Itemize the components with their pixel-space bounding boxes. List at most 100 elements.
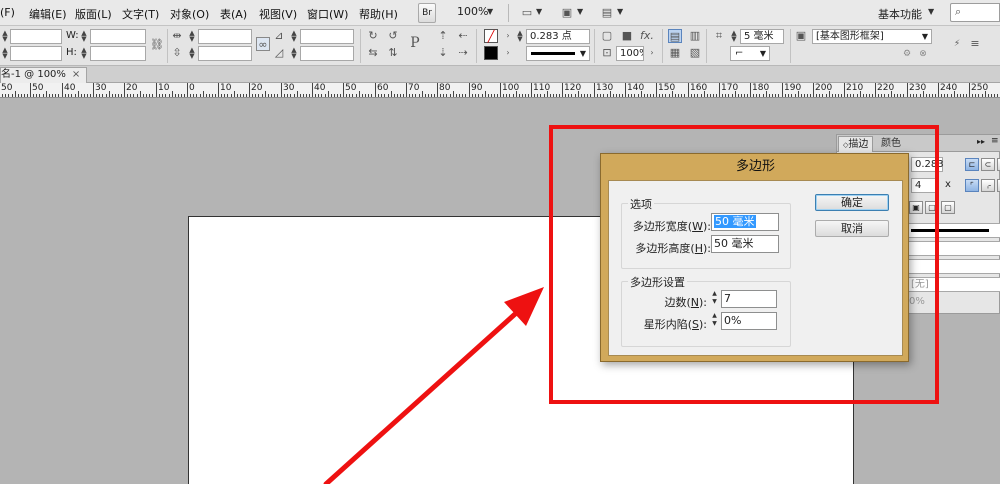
corner-size-spinner[interactable]: ▲ ▼ bbox=[730, 30, 738, 43]
scale-x-field[interactable] bbox=[198, 29, 252, 44]
horizontal-ruler[interactable]: 50 50 40 30 20 10 0 10 20 30 40 50 60 70 80 90 100 110 120… bbox=[0, 83, 1000, 98]
corner-shape-dropdown[interactable]: ⌐ ▼ bbox=[730, 46, 770, 61]
sides-spinner[interactable]: ▲ ▼ bbox=[710, 290, 719, 308]
view-options-caret-icon[interactable]: ▼ bbox=[577, 7, 583, 16]
tab-color[interactable]: 颜色 bbox=[877, 136, 905, 152]
control-panel-menu-icon[interactable]: ≡ bbox=[968, 37, 982, 51]
panel-menu-icon[interactable]: ≡ bbox=[991, 136, 999, 146]
corner-options-icon[interactable]: ⌗ bbox=[712, 29, 726, 43]
flip-vertical-icon[interactable]: ⇅ bbox=[386, 46, 400, 60]
fill-none-icon[interactable]: ╱ bbox=[484, 29, 498, 43]
arrange-documents-icon[interactable]: ▤ bbox=[600, 6, 614, 20]
join-round-icon[interactable]: ⌌ bbox=[981, 179, 995, 192]
stroke-weight-field[interactable]: 0.283 点 bbox=[526, 29, 590, 44]
wrap-shape-icon[interactable]: ▦ bbox=[668, 46, 682, 60]
ok-button[interactable]: 确定 bbox=[815, 194, 889, 211]
close-tab-icon[interactable]: × bbox=[72, 69, 80, 80]
shear-spinner[interactable]: ▲ ▼ bbox=[290, 47, 298, 60]
style-options-icon[interactable]: ⚙ bbox=[900, 47, 914, 61]
flip-horizontal-icon[interactable]: ⇆ bbox=[366, 46, 380, 60]
scale-y-spinner[interactable]: ▲ ▼ bbox=[188, 47, 196, 60]
stroke-black-icon[interactable] bbox=[484, 46, 498, 60]
link-scale-icon[interactable]: ∞ bbox=[256, 37, 270, 51]
wrap-jump-icon[interactable]: ▧ bbox=[688, 46, 702, 60]
stroke-weight-spinner[interactable]: ▲ ▼ bbox=[516, 30, 524, 43]
join-miter-icon[interactable]: ⌜ bbox=[965, 179, 979, 192]
zoom-caret-icon[interactable]: ▼ bbox=[487, 7, 493, 16]
opacity-field[interactable]: 100% bbox=[616, 46, 644, 61]
cancel-button[interactable]: 取消 bbox=[815, 220, 889, 237]
polygon-height-input[interactable]: 50 毫米 bbox=[711, 235, 779, 253]
menu-table[interactable]: 表(A) bbox=[220, 6, 247, 22]
y-field[interactable] bbox=[10, 46, 62, 61]
w-spinner[interactable]: ▲ ▼ bbox=[80, 30, 88, 43]
wrap-bounding-icon[interactable]: ▥ bbox=[688, 29, 702, 43]
clear-override-icon[interactable]: ⊗ bbox=[916, 47, 930, 61]
star-inset-spinner[interactable]: ▲ ▼ bbox=[710, 312, 719, 330]
bridge-button[interactable]: Br bbox=[418, 3, 436, 23]
align-inside-icon[interactable]: ▢ bbox=[925, 201, 939, 214]
zoom-level[interactable]: 100% bbox=[457, 5, 488, 18]
arrange-caret-icon[interactable]: ▼ bbox=[617, 7, 623, 16]
scale-y-field[interactable] bbox=[198, 46, 252, 61]
screen-mode-caret-icon[interactable]: ▼ bbox=[536, 7, 542, 16]
rotate-cw-icon[interactable]: ↻ bbox=[366, 29, 380, 43]
cap-butt-icon[interactable]: ⊏ bbox=[965, 158, 979, 171]
star-inset-input[interactable]: 0% bbox=[721, 312, 777, 330]
stroke-expand-icon[interactable]: › bbox=[501, 46, 515, 60]
tab-stroke[interactable]: ◇描边 bbox=[838, 136, 874, 152]
menu-help[interactable]: 帮助(H) bbox=[359, 6, 398, 22]
align-outside-icon[interactable]: ▢ bbox=[941, 201, 955, 214]
menu-file[interactable]: (F) bbox=[0, 6, 15, 19]
shear-field[interactable] bbox=[300, 46, 354, 61]
select-container-icon[interactable]: ⇡ bbox=[436, 29, 450, 43]
menu-type[interactable]: 文字(T) bbox=[122, 6, 159, 22]
panel-weight-field[interactable]: 0.283 bbox=[911, 157, 944, 172]
effects-fx-icon[interactable]: fx. bbox=[640, 29, 654, 43]
panel-type-dropdown[interactable] bbox=[907, 223, 1000, 238]
workspace-switcher[interactable]: 基本功能 bbox=[878, 6, 922, 22]
select-next-icon[interactable]: ⇢ bbox=[456, 46, 470, 60]
view-options-icon[interactable]: ▣ bbox=[560, 6, 574, 20]
menu-layout[interactable]: 版面(L) bbox=[75, 6, 112, 22]
select-content-icon[interactable]: ⇣ bbox=[436, 46, 450, 60]
panel-collapse-icon[interactable]: ▸▸ bbox=[977, 137, 985, 146]
panel-gap-color-dropdown[interactable]: [无] bbox=[907, 277, 1000, 292]
rotate-field[interactable] bbox=[300, 29, 354, 44]
h-field[interactable] bbox=[90, 46, 146, 61]
panel-start-dropdown[interactable] bbox=[907, 241, 1000, 256]
rotate-ccw-icon[interactable]: ↺ bbox=[386, 29, 400, 43]
rotate-spinner[interactable]: ▲ ▼ bbox=[290, 30, 298, 43]
stroke-type-dropdown[interactable]: ▼ bbox=[526, 46, 590, 61]
panel-miter-field[interactable]: 4 bbox=[911, 178, 937, 193]
menu-object[interactable]: 对象(O) bbox=[170, 6, 209, 22]
y-spinner[interactable]: ▲ ▼ bbox=[1, 47, 9, 60]
menu-window[interactable]: 窗口(W) bbox=[307, 6, 348, 22]
screen-mode-icon[interactable]: ▭ bbox=[520, 6, 534, 20]
constrain-proportions-icon[interactable]: ⛓ bbox=[150, 38, 164, 52]
select-previous-icon[interactable]: ⇠ bbox=[456, 29, 470, 43]
search-input[interactable]: ⌕ bbox=[950, 3, 1000, 22]
align-center-icon[interactable]: ▣ bbox=[909, 201, 923, 214]
fill-expand-icon[interactable]: › bbox=[501, 29, 515, 43]
workspace-caret-icon[interactable]: ▼ bbox=[928, 7, 934, 16]
panel-gap-tint[interactable]: 0% bbox=[909, 296, 925, 307]
polygon-width-input[interactable]: 50 毫米 bbox=[711, 213, 779, 231]
menu-edit[interactable]: 编辑(E) bbox=[29, 6, 67, 22]
document-tab[interactable]: 名-1 @ 100% × bbox=[0, 67, 88, 83]
sides-input[interactable]: 7 bbox=[721, 290, 777, 308]
x-spinner[interactable]: ▲ ▼ bbox=[1, 30, 9, 43]
effects-square-icon[interactable]: ■ bbox=[620, 29, 634, 43]
panel-end-dropdown[interactable] bbox=[907, 259, 1000, 274]
menu-view[interactable]: 视图(V) bbox=[259, 6, 297, 22]
corner-size-field[interactable]: 5 毫米 bbox=[740, 29, 784, 44]
h-spinner[interactable]: ▲ ▼ bbox=[80, 47, 88, 60]
wrap-none-icon[interactable]: ▤ bbox=[668, 29, 682, 43]
cap-round-icon[interactable]: ⊂ bbox=[981, 158, 995, 171]
opacity-expand-icon[interactable]: › bbox=[645, 46, 659, 60]
quick-apply-icon[interactable]: ⚡ bbox=[950, 37, 964, 51]
x-field[interactable] bbox=[10, 29, 62, 44]
drop-shadow-icon[interactable]: ▢ bbox=[600, 29, 614, 43]
w-field[interactable] bbox=[90, 29, 146, 44]
object-style-dropdown[interactable]: [基本图形框架] ▼ bbox=[812, 29, 932, 44]
